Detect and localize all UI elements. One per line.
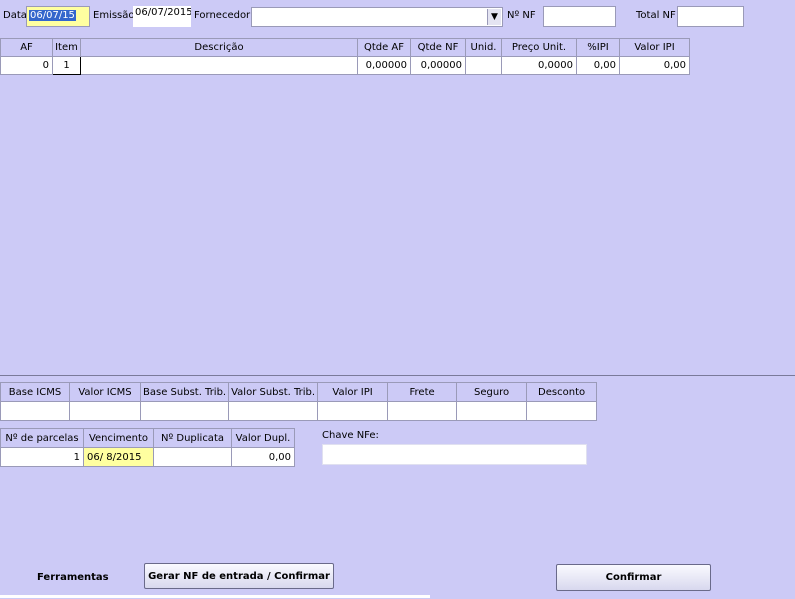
parcels-header: Nº de parcelas Vencimento Nº Duplicata V…: [0, 428, 295, 448]
chave-nfe-field[interactable]: [322, 444, 587, 465]
confirmar-button[interactable]: Confirmar: [556, 564, 711, 591]
cell-valor-ipi[interactable]: 0,00: [619, 56, 690, 75]
cell-ipi-pct[interactable]: 0,00: [576, 56, 620, 75]
table-row[interactable]: 0 1 0,00000 0,00000 0,0000 0,00 0,00: [0, 56, 690, 75]
data-field-value: 06/07/15: [29, 10, 76, 21]
total-nf-field[interactable]: [677, 6, 744, 27]
col-valor-icms: Valor ICMS: [69, 382, 141, 402]
col-valor-subst-trib: Valor Subst. Trib.: [228, 382, 319, 402]
valor-icms-field[interactable]: [69, 401, 141, 421]
valor-subst-trib-field[interactable]: [228, 401, 319, 421]
table-row[interactable]: 1 06/ 8/2015 0,00: [0, 447, 295, 467]
bottom-edge: [0, 595, 430, 598]
col-vencimento: Vencimento: [83, 428, 154, 448]
items-table: AF Item Descrição Qtde AF Qtde NF Unid. …: [0, 38, 690, 75]
seguro-field[interactable]: [456, 401, 528, 421]
ferramentas-label: Ferramentas: [37, 572, 109, 583]
col-seguro: Seguro: [456, 382, 528, 402]
totals-row: [0, 401, 598, 421]
cell-qtde-af[interactable]: 0,00000: [357, 56, 411, 75]
num-duplicata-field[interactable]: [153, 447, 232, 467]
col-base-subst-trib: Base Subst. Trib.: [139, 382, 230, 402]
items-table-header: AF Item Descrição Qtde AF Qtde NF Unid. …: [0, 38, 690, 57]
col-qtde-af[interactable]: Qtde AF: [357, 38, 411, 57]
base-subst-trib-field[interactable]: [139, 401, 230, 421]
valor-dupl-field[interactable]: 0,00: [231, 447, 295, 467]
total-nf-label: Total NF: [636, 10, 676, 21]
totals-table: Base ICMS Valor ICMS Base Subst. Trib. V…: [0, 382, 598, 421]
gerar-nf-button[interactable]: Gerar NF de entrada / Confirmar: [144, 563, 334, 589]
data-field[interactable]: 06/07/15: [26, 6, 90, 27]
base-icms-field[interactable]: [0, 401, 70, 421]
cell-preco-unit[interactable]: 0,0000: [501, 56, 577, 75]
col-unid[interactable]: Unid.: [465, 38, 502, 57]
col-valor-dupl: Valor Dupl.: [231, 428, 295, 448]
cell-item[interactable]: 1: [52, 56, 81, 75]
totals-header: Base ICMS Valor ICMS Base Subst. Trib. V…: [0, 382, 598, 402]
num-parcelas-field[interactable]: 1: [0, 447, 84, 467]
cell-unid[interactable]: [465, 56, 502, 75]
emissao-field[interactable]: 06/07/2015: [133, 6, 191, 27]
data-label: Data: [3, 10, 27, 21]
col-frete: Frete: [387, 382, 458, 402]
col-base-icms: Base ICMS: [0, 382, 70, 402]
frete-field[interactable]: [387, 401, 458, 421]
col-descricao[interactable]: Descrição: [80, 38, 358, 57]
col-valor-ipi[interactable]: Valor IPI: [619, 38, 690, 57]
cell-af[interactable]: 0: [0, 56, 53, 75]
col-desconto: Desconto: [526, 382, 598, 402]
chave-nfe-label: Chave NFe:: [322, 430, 379, 441]
parcels-table: Nº de parcelas Vencimento Nº Duplicata V…: [0, 428, 295, 467]
col-af[interactable]: AF: [0, 38, 53, 57]
col-num-duplicata: Nº Duplicata: [153, 428, 232, 448]
cell-descricao[interactable]: [80, 56, 358, 75]
chevron-down-icon[interactable]: ▼: [487, 9, 501, 25]
totals-valor-ipi-field[interactable]: [317, 401, 389, 421]
emissao-label: Emissão: [93, 10, 135, 21]
col-preco-unit[interactable]: Preço Unit.: [501, 38, 577, 57]
col-totals-valor-ipi: Valor IPI: [317, 382, 389, 402]
nf-field[interactable]: [543, 6, 616, 27]
col-num-parcelas: Nº de parcelas: [0, 428, 84, 448]
cell-qtde-nf[interactable]: 0,00000: [410, 56, 466, 75]
nf-label: Nº NF: [507, 10, 536, 21]
vencimento-field[interactable]: 06/ 8/2015: [83, 447, 154, 467]
col-item[interactable]: Item: [52, 38, 81, 57]
section-divider: [0, 375, 795, 376]
col-qtde-nf[interactable]: Qtde NF: [410, 38, 466, 57]
desconto-field[interactable]: [526, 401, 598, 421]
fornecedor-label: Fornecedor: [194, 10, 251, 21]
col-ipi-pct[interactable]: %IPI: [576, 38, 620, 57]
fornecedor-select[interactable]: ▼: [251, 7, 503, 27]
